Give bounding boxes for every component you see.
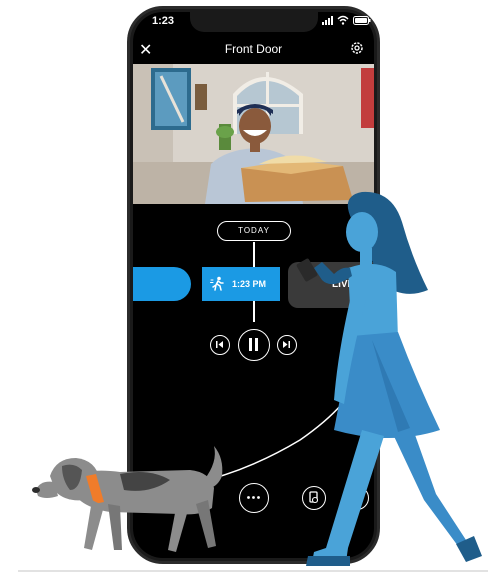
status-time: 1:23: [152, 15, 175, 27]
today-date-pill[interactable]: TODAY: [217, 221, 291, 241]
wifi-icon: [337, 15, 349, 25]
filter-button[interactable]: [345, 486, 369, 510]
dog-collar: [86, 474, 104, 504]
history-icon: [309, 491, 319, 504]
event-motion-clip[interactable]: 1:23 PM: [202, 267, 280, 301]
history-button[interactable]: [302, 486, 326, 510]
title-bar: ✕ Front Door: [133, 38, 374, 62]
ground-line: [18, 570, 488, 572]
battery-icon: [353, 16, 371, 25]
woman-leg-front: [392, 432, 474, 560]
dog-head: [50, 458, 100, 501]
event-live-view[interactable]: LIVE: [288, 262, 374, 308]
event-time: 1:23 PM: [232, 279, 267, 289]
skip-forward-button[interactable]: [277, 335, 297, 355]
status-icons: [322, 15, 371, 25]
pause-button[interactable]: [238, 329, 270, 361]
page-title: Front Door: [224, 42, 283, 56]
dog-leg-front-1: [84, 500, 104, 550]
dog-ear: [62, 464, 82, 490]
more-options-button[interactable]: [239, 483, 269, 513]
woman-shoe-front: [456, 536, 482, 562]
dog-leg-front-2: [108, 504, 122, 550]
skip-back-icon: [216, 341, 223, 348]
more-icon: [247, 496, 260, 499]
signal-icon: [322, 16, 333, 25]
dog-nose: [32, 487, 40, 493]
dog-tag: [95, 505, 101, 511]
dog-snout: [36, 481, 58, 498]
pause-icon: [249, 338, 258, 351]
live-label: LIVE: [332, 279, 355, 290]
gear-icon[interactable]: [349, 40, 365, 56]
filter-icon: [350, 492, 363, 504]
video-feed[interactable]: [133, 64, 374, 204]
skip-back-button[interactable]: [210, 335, 230, 355]
skip-forward-icon: [283, 341, 290, 348]
video-scene: [133, 64, 374, 204]
event-thumbnail-previous[interactable]: [133, 267, 191, 301]
phone-notch: [190, 12, 318, 32]
motion-icon: [210, 276, 224, 291]
